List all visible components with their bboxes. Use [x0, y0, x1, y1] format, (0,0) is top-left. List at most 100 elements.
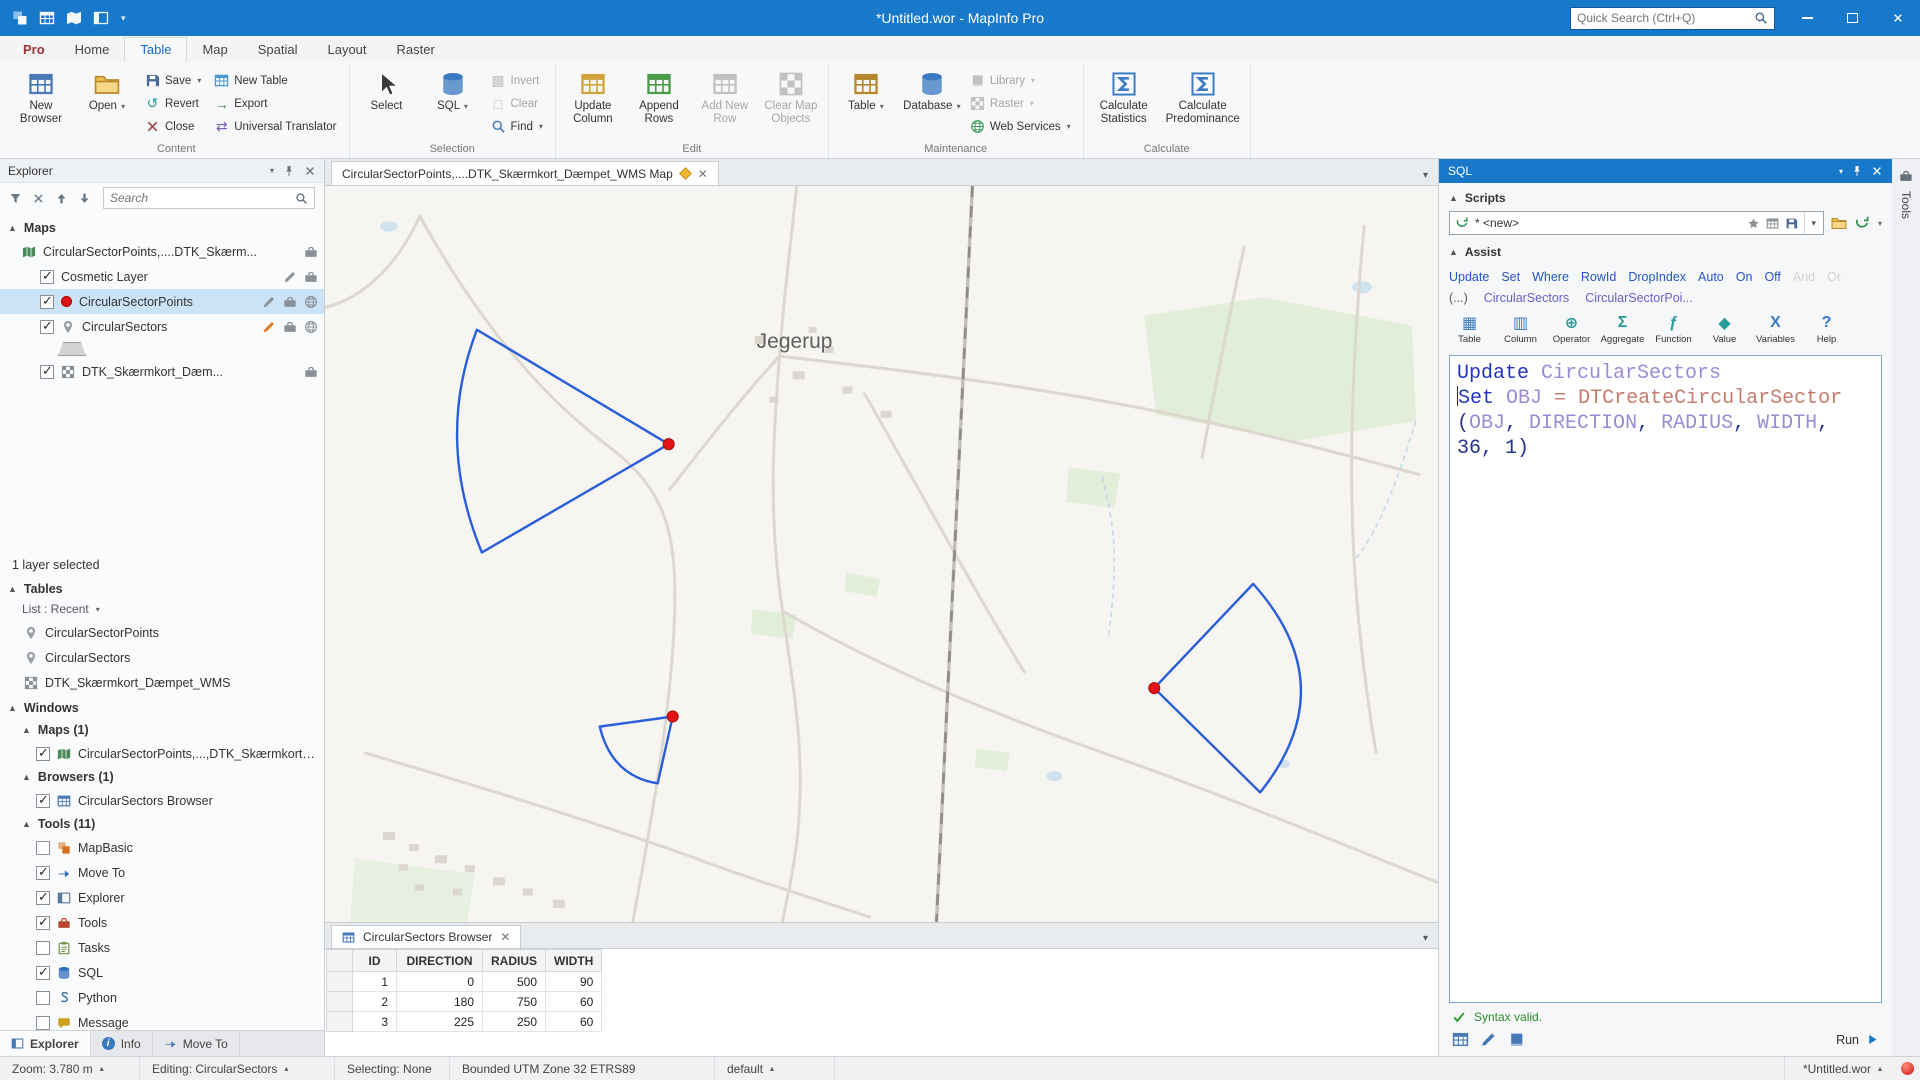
- document-status[interactable]: *Untitled.wor▴: [1791, 1057, 1894, 1080]
- row-selector[interactable]: [327, 1012, 353, 1032]
- maximize-button[interactable]: [1830, 0, 1875, 36]
- assist-keyword[interactable]: Update: [1449, 270, 1489, 284]
- window-list-item[interactable]: SQL: [0, 960, 324, 985]
- pin-panel-icon[interactable]: [283, 165, 295, 177]
- assist-button-help[interactable]: ?Help: [1802, 310, 1851, 348]
- toolbox-icon[interactable]: [304, 365, 318, 379]
- projection-status[interactable]: Bounded UTM Zone 32 ETRS89: [450, 1057, 715, 1080]
- window-list-item[interactable]: MapBasic: [0, 835, 324, 860]
- assist-keyword[interactable]: Off: [1764, 270, 1780, 284]
- assist-reference[interactable]: CircularSectors: [1484, 291, 1569, 305]
- find-button[interactable]: Find▾: [487, 116, 550, 137]
- chevron-down-icon[interactable]: ▾: [1804, 212, 1818, 234]
- windows-section-header[interactable]: ▲Windows: [0, 695, 324, 719]
- tab-home[interactable]: Home: [60, 38, 125, 62]
- chevron-down-icon[interactable]: ▾: [1839, 167, 1843, 176]
- editing-status[interactable]: Editing: CircularSectors▴: [140, 1057, 335, 1080]
- app-icon[interactable]: [12, 10, 28, 26]
- star-icon[interactable]: [1747, 217, 1760, 230]
- assist-keyword[interactable]: On: [1736, 270, 1753, 284]
- zoom-range-icon[interactable]: [304, 320, 318, 334]
- customize-quick-access-icon[interactable]: ▾: [121, 13, 126, 24]
- pencil-editing-icon[interactable]: [262, 320, 276, 334]
- column-header[interactable]: DIRECTION: [397, 950, 483, 972]
- sector-point-2[interactable]: [667, 711, 678, 722]
- zoom-range-icon[interactable]: [304, 295, 318, 309]
- style-status[interactable]: default▴: [715, 1057, 835, 1080]
- close-panel-icon[interactable]: [1871, 165, 1883, 177]
- filter-icon[interactable]: [9, 192, 22, 205]
- map-document-tab[interactable]: CircularSectorPoints,....DTK_Skærmkort_D…: [331, 161, 719, 185]
- assist-keyword[interactable]: RowId: [1581, 270, 1616, 284]
- tools-vertical-tab[interactable]: Tools: [1899, 191, 1913, 219]
- append-rows-button[interactable]: Append Rows: [627, 67, 691, 137]
- scripts-section-header[interactable]: ▲Scripts: [1439, 183, 1892, 209]
- browser-document-tab[interactable]: CircularSectors Browser ✕: [331, 925, 521, 948]
- region-style-swatch[interactable]: [58, 342, 86, 356]
- pin-panel-icon[interactable]: [1851, 165, 1863, 177]
- window-list-item[interactable]: CircularSectors Browser: [0, 788, 324, 813]
- chevron-down-icon[interactable]: ▾: [1878, 219, 1882, 228]
- table-maintenance-button[interactable]: Table ▾: [834, 67, 898, 137]
- layers-icon[interactable]: [93, 10, 109, 26]
- select-button[interactable]: Select: [355, 67, 419, 137]
- maps-section-header[interactable]: ▲Maps: [0, 215, 324, 239]
- tab-map[interactable]: Map: [187, 38, 242, 62]
- quick-search-input[interactable]: [1577, 11, 1754, 25]
- table-list-item[interactable]: DTK_Skærmkort_Dæmpet_WMS: [0, 670, 324, 695]
- search-icon[interactable]: [1754, 11, 1768, 25]
- bottom-tab-move-to[interactable]: Move To: [153, 1031, 240, 1056]
- assist-button-column[interactable]: ▥Column: [1496, 310, 1545, 348]
- layer-checkbox[interactable]: [40, 320, 54, 334]
- arrow-up-icon[interactable]: [55, 192, 68, 205]
- point-style-icon[interactable]: [61, 296, 72, 307]
- notification-indicator-icon[interactable]: [1901, 1062, 1914, 1075]
- close-table-button[interactable]: Close: [141, 116, 208, 137]
- window-checkbox[interactable]: [36, 866, 50, 880]
- window-list-item[interactable]: Message: [0, 1010, 324, 1030]
- universal-translator-button[interactable]: ⇄Universal Translator: [210, 116, 343, 137]
- tab-pro[interactable]: Pro: [8, 38, 60, 62]
- table-list-item[interactable]: CircularSectors: [0, 645, 324, 670]
- explorer-search-input[interactable]: [110, 191, 295, 205]
- window-list-item[interactable]: Move To: [0, 860, 324, 885]
- tables-list-filter[interactable]: List : Recent▾: [0, 600, 324, 620]
- assist-button-function[interactable]: ƒFunction: [1649, 310, 1698, 348]
- browser-row[interactable]: 1050090: [327, 972, 602, 992]
- region-style-icon[interactable]: [61, 320, 75, 334]
- windows-maps-group[interactable]: ▲Maps (1): [0, 719, 324, 741]
- toolbox-icon[interactable]: [304, 245, 318, 259]
- database-button[interactable]: Database ▾: [900, 67, 964, 137]
- assist-keyword[interactable]: Auto: [1698, 270, 1724, 284]
- sector-point-3[interactable]: [1149, 683, 1160, 694]
- chevron-down-icon[interactable]: ▾: [1413, 170, 1438, 185]
- window-checkbox[interactable]: [36, 891, 50, 905]
- layer-checkbox[interactable]: [40, 270, 54, 284]
- bottom-tab-info[interactable]: iInfo: [91, 1031, 153, 1056]
- new-browser-button[interactable]: New Browser: [9, 67, 73, 137]
- arrow-down-icon[interactable]: [78, 192, 91, 205]
- new-table-button[interactable]: New Table: [210, 70, 343, 91]
- close-tab-icon[interactable]: ✕: [698, 167, 708, 181]
- window-list-item[interactable]: CircularSectorPoints,...,DTK_Skærmkort_D…: [0, 741, 324, 766]
- minimize-button[interactable]: [1785, 0, 1830, 36]
- layer-checkbox[interactable]: [40, 365, 54, 379]
- map-node[interactable]: CircularSectorPoints,....DTK_Skærm...: [0, 239, 324, 264]
- save-script-icon[interactable]: [1785, 217, 1798, 230]
- assist-reference[interactable]: CircularSectorPoi...: [1585, 291, 1693, 305]
- assist-button-operator[interactable]: ⊕Operator: [1547, 310, 1596, 348]
- windows-tools-group[interactable]: ▲Tools (11): [0, 813, 324, 835]
- row-selector[interactable]: [327, 992, 353, 1012]
- tab-layout[interactable]: Layout: [312, 38, 381, 62]
- window-list-item[interactable]: Tasks: [0, 935, 324, 960]
- selecting-status[interactable]: Selecting: None: [335, 1057, 450, 1080]
- toolbox-icon[interactable]: [283, 320, 297, 334]
- calculate-predominance-button[interactable]: Calculate Predominance: [1161, 67, 1245, 137]
- tab-raster[interactable]: Raster: [382, 38, 450, 62]
- chevron-down-icon[interactable]: ▾: [1413, 933, 1438, 948]
- window-list-item[interactable]: Python: [0, 985, 324, 1010]
- layer-checkbox[interactable]: [40, 295, 54, 309]
- browser-row[interactable]: 322525060: [327, 1012, 602, 1032]
- assist-keyword[interactable]: DropIndex: [1628, 270, 1686, 284]
- table-list-item[interactable]: CircularSectorPoints: [0, 620, 324, 645]
